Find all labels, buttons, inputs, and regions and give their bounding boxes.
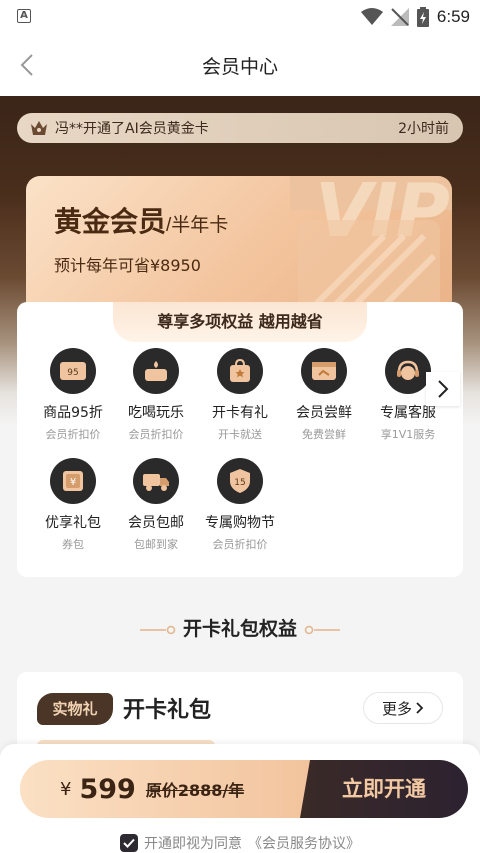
card-subtitle: /半年卡 [166, 215, 229, 236]
no-signal-icon [390, 8, 409, 26]
benefit-label: 专属购物节 [205, 515, 275, 531]
left-ornament-icon [140, 625, 176, 634]
benefit-item[interactable]: 开卡有礼 开卡就送 [198, 348, 282, 442]
card-title-main: 黄金会员 [54, 205, 167, 238]
benefit-item[interactable]: 95 商品95折 会员折扣价 [31, 348, 115, 442]
benefit-item[interactable]: 15 专属购物节 会员折扣价 [198, 458, 282, 552]
battery-icon [416, 7, 429, 27]
benefit-desc: 会员折扣价 [212, 538, 268, 551]
benefit-desc: 享1V1服务 [380, 428, 436, 441]
nav-bar: 会员中心 [0, 34, 480, 96]
card-decoration [298, 220, 440, 312]
gift-title: 开卡礼包 [123, 698, 212, 723]
status-time: 6:59 [436, 7, 470, 26]
coupon-icon: ¥ [50, 458, 96, 504]
ticker-time: 2小时前 [398, 121, 449, 137]
agreement-link[interactable]: 《会员服务协议》 [248, 833, 360, 853]
benefit-label: 优享礼包 [45, 515, 101, 531]
subscribe-button[interactable]: 立即开通 [300, 760, 468, 818]
ticker-text: 冯**开通了AI会员黄金卡 [55, 121, 209, 137]
headset-icon [385, 348, 431, 394]
gift-badge: 实物礼 [37, 693, 113, 725]
benefit-desc: 会员折扣价 [128, 428, 184, 441]
benefit-item[interactable]: 会员尝鲜 免费尝鲜 [282, 348, 366, 442]
membership-card: VIP 黄金会员/半年卡 预计每年可省¥8950 [26, 176, 452, 316]
more-button[interactable]: 更多 [363, 692, 443, 724]
more-label: 更多 [381, 699, 412, 718]
benefit-item[interactable]: 会员包邮 包邮到家 [114, 458, 198, 552]
check-icon [123, 838, 135, 848]
chevron-right-icon [438, 380, 449, 398]
benefits-next-button[interactable] [426, 372, 460, 406]
page-title: 会员中心 [201, 56, 278, 78]
price-panel: ¥ 599 原价2888/年 [20, 760, 320, 818]
right-ornament-icon [304, 625, 340, 634]
agreement-row: 开通即视为同意 《会员服务协议》 [0, 833, 480, 853]
wifi-icon [360, 8, 383, 25]
status-icons: 6:59 [360, 6, 470, 28]
benefit-label: 会员包邮 [128, 515, 184, 531]
svg-text:15: 15 [234, 478, 245, 488]
card-saving: 预计每年可省¥8950 [54, 256, 201, 275]
svg-text:¥: ¥ [70, 477, 76, 488]
card-title: 黄金会员/半年卡 [54, 200, 228, 240]
discount-95-icon: 95 [50, 348, 96, 394]
benefit-desc: 包邮到家 [134, 538, 178, 551]
truck-icon [133, 458, 179, 504]
benefit-label: 开卡有礼 [212, 405, 268, 421]
benefit-desc: 会员折扣价 [45, 428, 101, 441]
svg-text:95: 95 [67, 368, 78, 378]
benefit-label: 商品95折 [43, 405, 103, 421]
section-title: 开卡礼包权益 [0, 614, 480, 641]
benefit-item[interactable]: ¥ 优享礼包 券包 [31, 458, 115, 552]
benefit-desc: 开卡就送 [218, 428, 262, 441]
benefit-label: 会员尝鲜 [296, 405, 352, 421]
food-icon [133, 348, 179, 394]
section-title-text: 开卡礼包权益 [182, 618, 297, 640]
trial-icon [301, 348, 347, 394]
benefit-desc: 券包 [62, 538, 84, 551]
status-bar: A 6:59 [0, 0, 480, 34]
chevron-right-icon [416, 702, 424, 714]
original-price: 原价2888/年 [145, 781, 245, 800]
agreement-text: 开通即视为同意 [144, 836, 242, 852]
benefits-header: 尊享多项权益 越用越省 [113, 302, 367, 342]
benefit-desc: 免费尝鲜 [302, 428, 346, 441]
crown-icon [31, 121, 47, 135]
purchase-bar: ¥ 599 原价2888/年 立即开通 开通即视为同意 《会员服务协议》 [0, 744, 480, 853]
benefit-item[interactable]: 吃喝玩乐 会员折扣价 [114, 348, 198, 442]
notification-icon: A [17, 9, 31, 23]
purchase-ticker: 冯**开通了AI会员黄金卡 2小时前 [17, 113, 463, 143]
badge-15-icon: 15 [217, 458, 263, 504]
price: 599 [79, 773, 136, 805]
benefits-panel: 尊享多项权益 越用越省 95 商品95折 会员折扣价 吃喝玩乐 会员折扣价 开卡… [17, 302, 463, 577]
gift-bag-icon [217, 348, 263, 394]
agreement-checkbox[interactable] [120, 834, 138, 852]
benefit-label: 吃喝玩乐 [128, 405, 184, 421]
currency-symbol: ¥ [60, 778, 72, 800]
